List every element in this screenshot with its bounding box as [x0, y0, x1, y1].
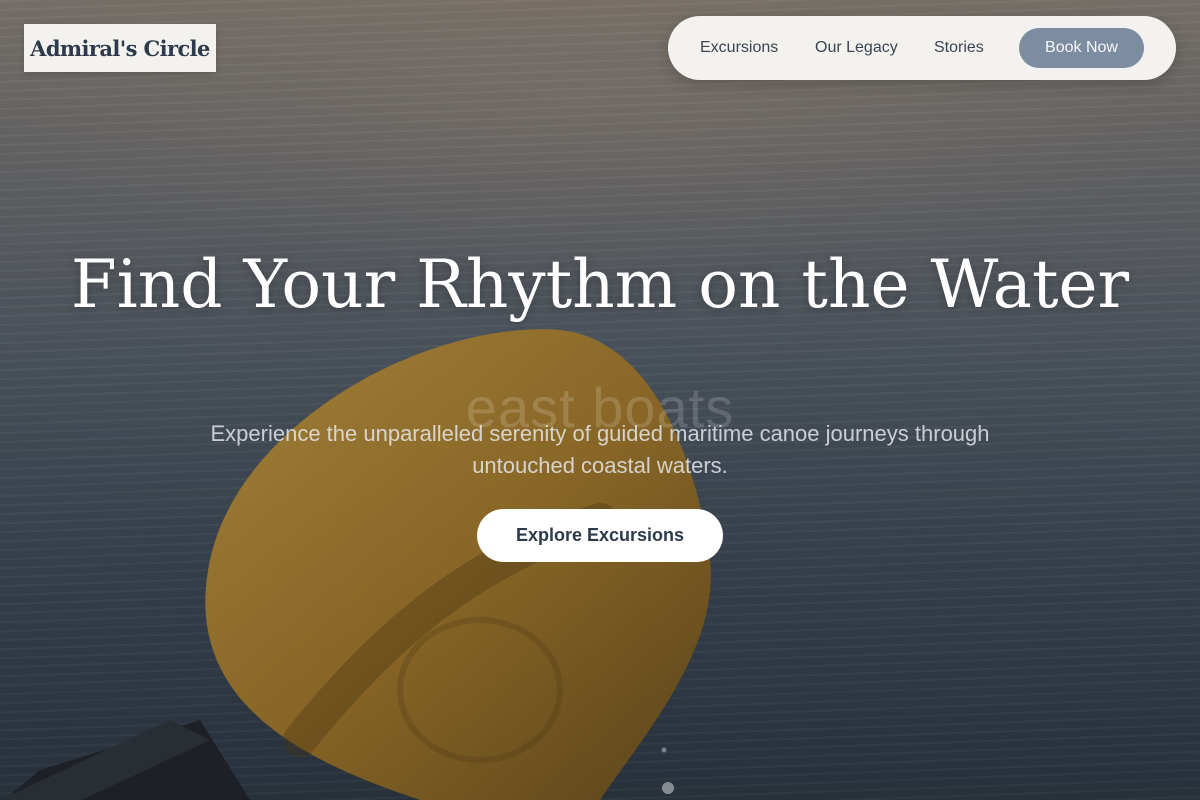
brand-logo[interactable]: Admiral's Circle — [24, 24, 216, 72]
book-now-button[interactable]: Book Now — [1019, 28, 1144, 68]
hero-subtitle: Experience the unparalleled serenity of … — [210, 421, 990, 478]
brand-name: Admiral's Circle — [30, 35, 210, 61]
hero-headline: Find Your Rhythm on the Water — [70, 246, 1130, 323]
hero-section: Admiral's Circle Excursions Our Legacy S… — [0, 0, 1200, 800]
nav-link-stories[interactable]: Stories — [934, 16, 984, 80]
explore-excursions-button[interactable]: Explore Excursions — [477, 509, 723, 562]
nav-link-excursions[interactable]: Excursions — [700, 16, 778, 80]
top-nav: Excursions Our Legacy Stories Book Now — [668, 16, 1176, 80]
nav-link-our-legacy[interactable]: Our Legacy — [815, 16, 898, 80]
